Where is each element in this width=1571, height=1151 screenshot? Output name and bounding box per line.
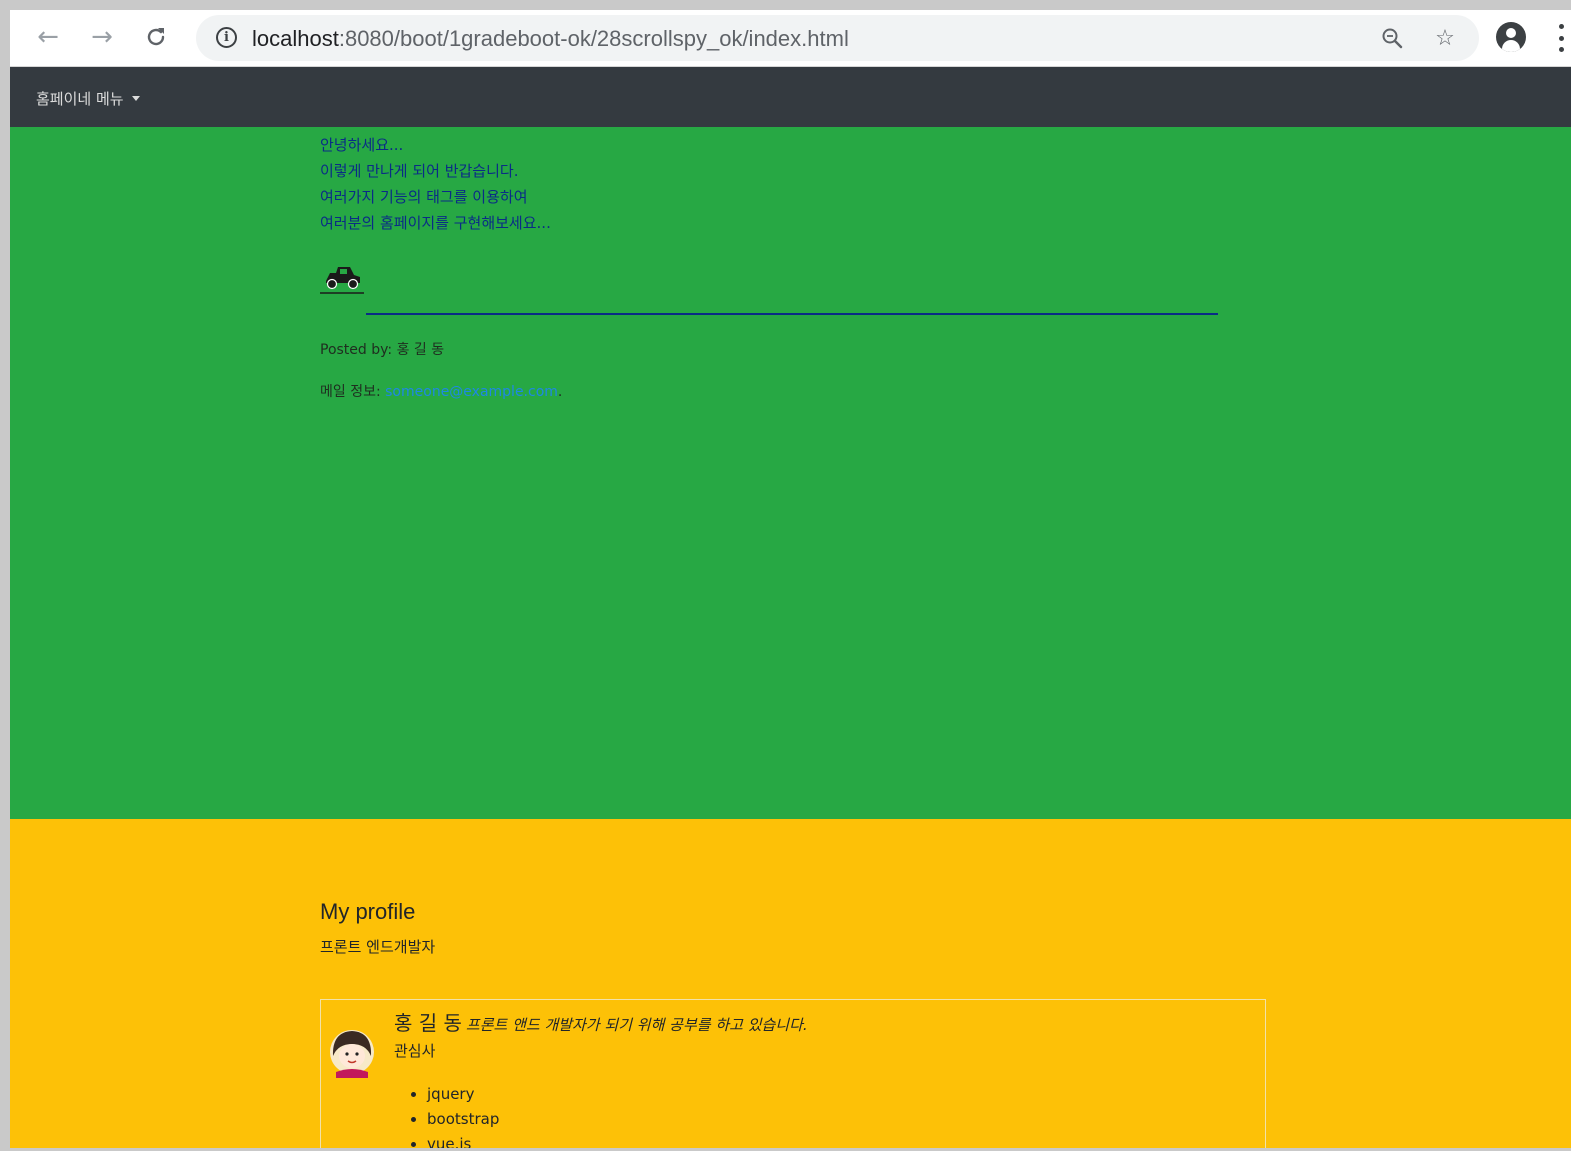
list-item: vue.js <box>427 1132 499 1148</box>
address-bar[interactable]: i localhost:8080/boot/1gradeboot-ok/28sc… <box>196 15 1479 61</box>
browser-window: ← → i localhost:8080/boot/1gradeboot-ok/… <box>0 0 1571 1151</box>
zoom-icon[interactable] <box>1378 24 1406 52</box>
divider <box>366 313 1218 315</box>
intro-section: 안녕하세요... 이렇게 만나게 되어 반갑습니다. 여러가지 기능의 태그를 … <box>10 127 1571 819</box>
intro-line: 이렇게 만나게 되어 반갑습니다. <box>320 162 519 180</box>
profile-card: 홍 길 동 프론트 앤드 개발자가 되기 위해 공부를 하고 있습니다. 관심사 … <box>320 999 1266 1148</box>
intro-line: 여러가지 기능의 태그를 이용하여 <box>320 188 528 206</box>
avatar <box>328 1022 376 1080</box>
site-navbar: 홈페이네 메뉴 <box>10 67 1571 127</box>
intro-line: 여러분의 홈페이지를 구현해보세요... <box>320 214 551 232</box>
mail-info: 메일 정보: someone@example.com. <box>320 384 563 400</box>
profile-subtitle: 프론트 엔드개발자 <box>320 938 436 956</box>
more-menu-icon[interactable] <box>1556 24 1566 52</box>
navbar-dropdown[interactable]: 홈페이네 메뉴 <box>36 88 140 109</box>
interests-label: 관심사 <box>394 1042 436 1060</box>
interests-list: jquery bootstrap vue.js <box>427 1082 499 1148</box>
email-link[interactable]: someone@example.com <box>385 384 558 400</box>
forward-arrow-icon[interactable]: → <box>84 19 120 55</box>
reload-icon[interactable] <box>138 19 174 55</box>
profile-description: 프론트 앤드 개발자가 되기 위해 공부를 하고 있습니다. <box>465 1016 808 1034</box>
intro-text: 안녕하세요... 이렇게 만나게 되어 반갑습니다. 여러가지 기능의 태그를 … <box>320 132 551 236</box>
intro-line: 안녕하세요... <box>320 136 404 154</box>
info-icon[interactable]: i <box>216 27 237 48</box>
caret-down-icon <box>131 96 140 101</box>
browser-toolbar: ← → i localhost:8080/boot/1gradeboot-ok/… <box>10 10 1571 67</box>
list-item: jquery <box>427 1082 499 1107</box>
url-text[interactable]: localhost:8080/boot/1gradeboot-ok/28scro… <box>252 26 849 52</box>
profile-name: 홍 길 동 <box>394 1011 462 1035</box>
profile-section: My profile 프론트 엔드개발자 홍 길 동 프론트 앤드 개발자가 되기… <box>10 819 1571 1148</box>
car-icon <box>320 261 364 297</box>
account-icon[interactable] <box>1496 22 1526 52</box>
back-arrow-icon[interactable]: ← <box>30 19 66 55</box>
profile-title: My profile <box>320 899 416 924</box>
list-item: bootstrap <box>427 1107 499 1132</box>
bookmark-star-icon[interactable]: ☆ <box>1431 24 1459 52</box>
profile-heading: 홍 길 동 프론트 앤드 개발자가 되기 위해 공부를 하고 있습니다. <box>394 1007 808 1036</box>
posted-by: Posted by: 홍 길 동 <box>320 342 445 358</box>
web-page: 홈페이네 메뉴 안녕하세요... 이렇게 만나게 되어 반갑습니다. 여러가지 … <box>10 67 1571 1148</box>
